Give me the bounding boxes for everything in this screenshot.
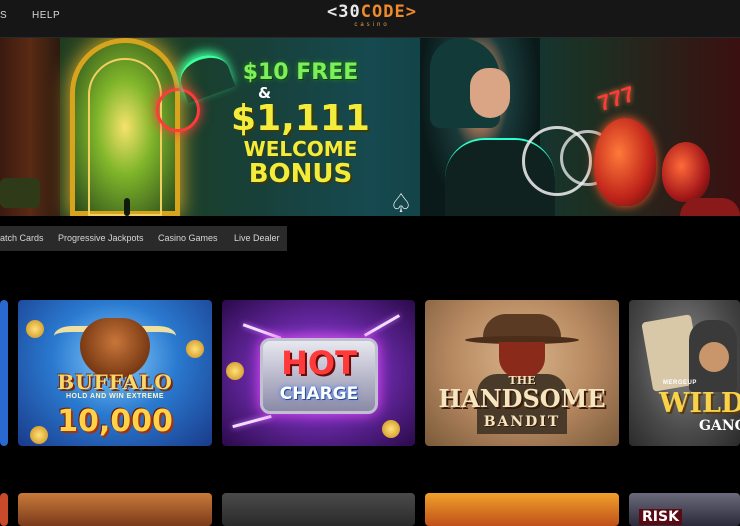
promo-text: $10 FREE & $1,111 WELCOME BONUS bbox=[228, 60, 373, 188]
game-subtitle: HOLD AND WIN EXTREME bbox=[65, 393, 165, 400]
game-title: HANDSOME bbox=[438, 384, 606, 413]
lightning-icon bbox=[363, 314, 401, 337]
game-amount: 10,000 bbox=[57, 404, 173, 439]
coin-icon bbox=[226, 362, 244, 380]
dragon-egg-art bbox=[594, 118, 656, 206]
promo-banner[interactable]: $10 FREE & $1,111 WELCOME BONUS ♤ 777 bbox=[0, 38, 740, 216]
portal-inner-art bbox=[88, 58, 162, 216]
game-subtitle: BANDIT bbox=[483, 414, 561, 430]
tab-scratch-cards[interactable]: atch Cards bbox=[0, 233, 44, 243]
game-title: WILD C bbox=[659, 388, 740, 419]
coin-icon bbox=[26, 320, 44, 338]
game-tile-wild-gang[interactable]: MERGEUP WILD C GANG bbox=[629, 300, 740, 446]
buffalo-art bbox=[80, 318, 150, 378]
game-tile-handsome-bandit[interactable]: THE HANDSOME BANDIT bbox=[425, 300, 619, 446]
top-nav-bar: S HELP <30CODE> casino bbox=[0, 0, 740, 38]
tab-live-dealer[interactable]: Live Dealer bbox=[234, 233, 280, 243]
foliage-art bbox=[680, 198, 740, 216]
tab-progressive-jackpots[interactable]: Progressive Jackpots bbox=[58, 233, 144, 243]
cauldron-art bbox=[0, 178, 40, 208]
game-title: RISK bbox=[639, 509, 682, 525]
nav-item-help[interactable]: HELP bbox=[32, 10, 60, 21]
coin-icon bbox=[186, 340, 204, 358]
game-tile-partial[interactable] bbox=[0, 300, 8, 446]
game-subtitle: CHARGE bbox=[279, 384, 359, 404]
game-subtitle: GANG bbox=[699, 418, 740, 434]
game-tile-risk[interactable]: RISK bbox=[629, 493, 740, 526]
game-tile-buffalo[interactable]: BUFFALO HOLD AND WIN EXTREME 10,000 bbox=[18, 300, 212, 446]
lightning-icon bbox=[232, 414, 272, 429]
game-title-prefix: MERGEUP bbox=[663, 380, 697, 386]
game-tile-partial[interactable] bbox=[0, 493, 8, 526]
game-tile[interactable] bbox=[18, 493, 212, 526]
nav-item-partial[interactable]: S bbox=[0, 10, 7, 21]
game-title: HOT bbox=[281, 344, 357, 382]
promo-free-amount: $10 FREE bbox=[242, 60, 359, 85]
sevens-icon: 777 bbox=[594, 80, 638, 117]
coin-icon bbox=[382, 420, 400, 438]
casino-logo[interactable]: <30CODE> casino bbox=[313, 2, 431, 34]
game-title: BUFFALO bbox=[57, 370, 173, 394]
spade-icon: ♤ bbox=[389, 188, 413, 216]
game-tile-hot-charge[interactable]: HOT CHARGE bbox=[222, 300, 415, 446]
gangster-face bbox=[699, 342, 729, 372]
tab-casino-games[interactable]: Casino Games bbox=[158, 233, 218, 243]
promo-bonus-amount: $1,111 bbox=[231, 98, 370, 139]
category-tabs: atch Cards Progressive Jackpots Casino G… bbox=[0, 226, 287, 251]
logo-mark: <30CODE> bbox=[327, 2, 417, 22]
character-face bbox=[470, 68, 510, 118]
game-tile[interactable] bbox=[425, 493, 619, 526]
promo-bonus: BONUS bbox=[248, 159, 353, 189]
logo-subtitle: casino bbox=[354, 22, 390, 28]
dragon-egg-art bbox=[662, 142, 710, 202]
game-tile[interactable] bbox=[222, 493, 415, 526]
figure-silhouette bbox=[124, 198, 130, 216]
promo-welcome: WELCOME bbox=[243, 137, 358, 161]
bandana-art bbox=[499, 342, 545, 378]
